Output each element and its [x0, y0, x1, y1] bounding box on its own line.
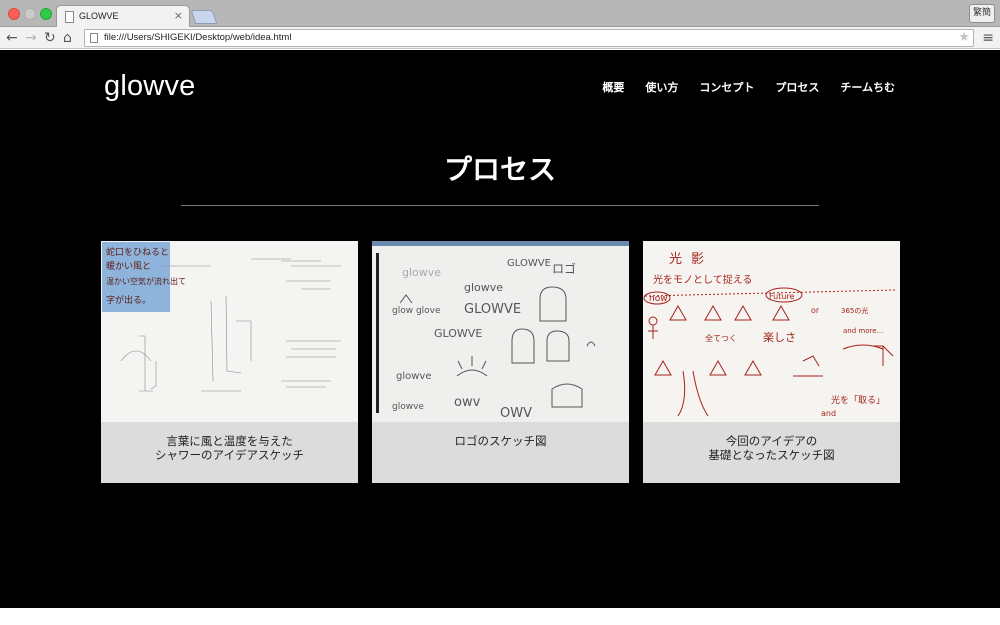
card-caption: 今回のアイデアの 基礎となったスケッチ図 [643, 434, 900, 462]
process-card[interactable]: GLOWVE glowve ロゴ glow glove GLOWVE glowv… [372, 241, 629, 483]
file-icon [65, 11, 74, 23]
caption-line: シャワーのアイデアスケッチ [155, 448, 304, 462]
caption-line: ロゴのスケッチ図 [454, 434, 547, 448]
nav-link-concept[interactable]: コンセプト [699, 79, 754, 95]
sketch-word: Future [769, 292, 795, 301]
page-content: glowve 概要 使い方 コンセプト プロセス チームちむ プロセス 蛇口をひ… [0, 50, 1000, 608]
section-title: プロセス [443, 153, 556, 186]
card-caption: 言葉に風と温度を与えた シャワーのアイデアスケッチ [101, 434, 358, 462]
sketch-word: 楽しさ [763, 331, 796, 344]
home-icon[interactable]: ⌂ [63, 29, 72, 47]
page-bottom-area [0, 608, 1000, 625]
bookmark-star-icon[interactable]: ★ [958, 30, 970, 46]
sketch-word: 光 [669, 252, 682, 267]
window-minimize-icon[interactable] [24, 8, 36, 20]
base-idea-sketch-image: 光 影 光をモノとして捉える now Future 365の光 or and m… [643, 241, 900, 422]
sketch-word: 光をモノとして捉える [653, 273, 752, 286]
spiral-binding [376, 253, 379, 413]
sketch-word: glow glove [392, 306, 441, 316]
process-card[interactable]: 蛇口をひねると 暖かい風と 温かい空気が流れ出て 字が出る。 言葉に風と温度を与… [101, 241, 358, 483]
nav-link-process[interactable]: プロセス [775, 79, 819, 95]
caption-line: 今回のアイデアの [725, 434, 818, 448]
sketch-word: 光を「取る」 [831, 394, 885, 406]
sketch-word: GLOWVE [434, 327, 482, 340]
base-idea-sketch-drawing: 光 影 光をモノとして捉える now Future 365の光 or and m… [643, 241, 900, 422]
browser-menu-icon[interactable]: ≡ [982, 29, 994, 47]
section-divider [181, 205, 819, 206]
address-bar[interactable]: file:///Users/SHIGEKI/Desktop/web/idea.h… [84, 29, 974, 47]
window-close-icon[interactable] [8, 8, 20, 20]
nav-link-team[interactable]: チームちむ [840, 79, 895, 95]
nav-link-overview[interactable]: 概要 [602, 79, 624, 95]
browser-tabbar: GLOWVE × 繁簡 [0, 0, 1000, 28]
sketch-word: ロゴ [552, 261, 576, 276]
site-nav: 概要 使い方 コンセプト プロセス チームちむ [602, 79, 895, 95]
forward-arrow-icon[interactable]: → [25, 29, 37, 47]
sketch-word: glowve [392, 402, 424, 412]
window-maximize-icon[interactable] [40, 8, 52, 20]
sticky-note-line: 暖かい風と [106, 260, 151, 272]
sketch-word: glowve [464, 281, 503, 294]
browser-toolbar: ← → ↻ ⌂ file:///Users/SHIGEKI/Desktop/we… [0, 27, 1000, 49]
sketch-word: owv [454, 395, 481, 410]
shower-sketch-drawing: 蛇口をひねると 暖かい風と 温かい空気が流れ出て 字が出る。 [101, 241, 358, 422]
sketch-word: 影 [691, 252, 704, 267]
site-logo[interactable]: glowve [104, 70, 195, 103]
sticky-note-line: 字が出る。 [106, 294, 151, 306]
tab-close-icon[interactable]: × [174, 9, 183, 22]
sketch-word: GLOWVE [464, 302, 521, 317]
sketch-word: and more... [843, 327, 883, 335]
sketch-word: 365の光 [841, 306, 868, 315]
caption-line: 言葉に風と温度を与えた [166, 434, 293, 448]
url-text[interactable]: file:///Users/SHIGEKI/Desktop/web/idea.h… [104, 32, 291, 43]
logo-sketch-image: GLOWVE glowve ロゴ glow glove GLOWVE glowv… [372, 241, 629, 422]
shower-idea-sketch-image: 蛇口をひねると 暖かい風と 温かい空気が流れ出て 字が出る。 [101, 241, 358, 422]
tab-title: GLOWVE [79, 11, 119, 21]
sketch-word: or [811, 306, 820, 315]
card-caption: ロゴのスケッチ図 [372, 434, 629, 448]
sticky-note-line: 蛇口をひねると [106, 246, 169, 258]
new-tab-button[interactable] [190, 10, 218, 24]
logo-sketch-drawing: GLOWVE glowve ロゴ glow glove GLOWVE glowv… [372, 241, 629, 422]
sketch-word: ОWV [500, 406, 532, 421]
browser-tab[interactable]: GLOWVE × [56, 5, 190, 28]
language-convert-button[interactable]: 繁簡 [969, 4, 995, 23]
sticky-note-line: 温かい空気が流れ出て [106, 276, 186, 286]
sketch-word: glowve [396, 371, 432, 382]
nav-link-usage[interactable]: 使い方 [645, 79, 678, 95]
sketch-word: GLOWVE [507, 258, 551, 269]
back-arrow-icon[interactable]: ← [6, 29, 18, 47]
caption-line: 基礎となったスケッチ図 [708, 448, 835, 462]
page-icon [90, 33, 98, 43]
sketch-word: glowve [402, 266, 441, 279]
process-card[interactable]: 光 影 光をモノとして捉える now Future 365の光 or and m… [643, 241, 900, 483]
sketch-word: 全てつく [705, 333, 737, 343]
reload-icon[interactable]: ↻ [44, 29, 56, 47]
sketch-word: and [821, 409, 836, 418]
